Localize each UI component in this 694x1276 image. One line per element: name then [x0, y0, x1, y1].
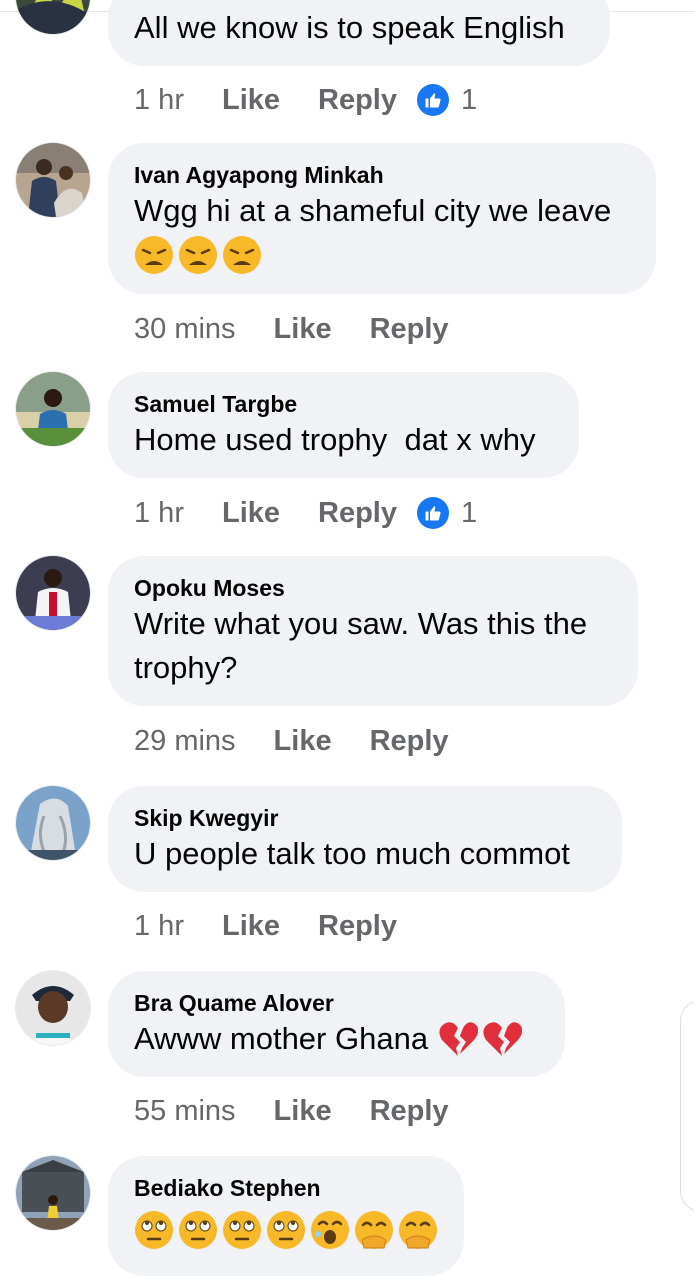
like-button[interactable]: Like: [274, 725, 332, 758]
comment-timestamp[interactable]: 30 mins: [134, 313, 236, 346]
reply-button[interactable]: Reply: [370, 313, 449, 346]
comment-actions: 1 hr Like Reply 1: [134, 80, 477, 120]
broken-heart-icon: [439, 1022, 479, 1056]
comment-author[interactable]: Opoku Moses: [134, 574, 612, 602]
thumbs-up-icon: [417, 84, 449, 116]
comment-bubble: Ivan Agyapong Minkah Wgg hi at a shamefu…: [108, 143, 656, 294]
comment-actions: 30 mins Like Reply: [134, 309, 469, 349]
scroll-handle[interactable]: [680, 1000, 694, 1212]
comment-author[interactable]: Skip Kwegyir: [134, 804, 596, 832]
avatar[interactable]: [16, 971, 90, 1045]
comment-actions: 55 mins Like Reply: [134, 1091, 469, 1131]
comment-text: U people talk too much commot: [134, 836, 570, 871]
reaction-count: 1: [461, 496, 478, 529]
comment-bubble: Opoku Moses Write what you saw. Was this…: [108, 556, 638, 706]
comment-bubble: Bediako Stephen: [108, 1156, 464, 1276]
comment-text: Wgg hi at a shameful city we leave: [134, 193, 612, 228]
like-button[interactable]: Like: [222, 84, 280, 117]
comment-timestamp[interactable]: 1 hr: [134, 84, 184, 117]
like-button[interactable]: Like: [222, 910, 280, 943]
comment-actions: 1 hr Like Reply 1: [134, 493, 477, 533]
broken-heart-icon: [483, 1022, 523, 1056]
yawning-face-icon: [311, 1211, 349, 1249]
comment-actions: 29 mins Like Reply: [134, 721, 469, 761]
reply-button[interactable]: Reply: [370, 1095, 449, 1128]
reply-button[interactable]: Reply: [318, 497, 397, 530]
weary-face-icon: [223, 236, 261, 274]
like-button[interactable]: Like: [274, 313, 332, 346]
reaction-summary[interactable]: 1: [417, 497, 477, 530]
comment-text: Awww mother Ghana: [134, 1017, 539, 1061]
comment-author[interactable]: Bediako Stephen: [134, 1174, 438, 1202]
reply-button[interactable]: Reply: [318, 84, 397, 117]
comment-text: Home used trophy dat x why: [134, 422, 536, 457]
face-with-rolling-eyes-icon: [135, 1211, 173, 1249]
face-with-hand-over-mouth-icon: [355, 1211, 393, 1249]
weary-face-icon: [179, 236, 217, 274]
reaction-count: 1: [461, 83, 478, 116]
comment-timestamp[interactable]: 1 hr: [134, 910, 184, 943]
thumbs-up-icon: [417, 497, 449, 529]
comment-timestamp[interactable]: 55 mins: [134, 1095, 236, 1128]
comment-bubble: Bra Quame Alover Awww mother Ghana: [108, 971, 565, 1077]
emoji-row: [134, 235, 630, 275]
face-with-rolling-eyes-icon: [223, 1211, 261, 1249]
reply-button[interactable]: Reply: [318, 910, 397, 943]
comment-actions: 1 hr Like Reply: [134, 906, 417, 946]
avatar[interactable]: [16, 556, 90, 630]
comment-timestamp[interactable]: 1 hr: [134, 497, 184, 530]
comment-author[interactable]: Bra Quame Alover: [134, 989, 539, 1017]
comment-text: Write what you saw. Was this the trophy?: [134, 606, 588, 685]
like-button[interactable]: Like: [274, 1095, 332, 1128]
emoji-row: [134, 1210, 438, 1250]
face-with-hand-over-mouth-icon: [399, 1211, 437, 1249]
comment-bubble: Samuel Targbe Home used trophy dat x why: [108, 372, 579, 478]
reply-button[interactable]: Reply: [370, 725, 449, 758]
reaction-summary[interactable]: 1: [417, 84, 477, 117]
weary-face-icon: [135, 236, 173, 274]
face-with-rolling-eyes-icon: [267, 1211, 305, 1249]
comment-author[interactable]: Ivan Agyapong Minkah: [134, 161, 630, 189]
like-button[interactable]: Like: [222, 497, 280, 530]
avatar[interactable]: [16, 786, 90, 860]
avatar[interactable]: [16, 372, 90, 446]
comment-bubble: All we know is to speak English: [108, 0, 610, 66]
face-with-rolling-eyes-icon: [179, 1211, 217, 1249]
comment-author[interactable]: Samuel Targbe: [134, 390, 553, 418]
comment-text-content: Awww mother Ghana: [134, 1021, 429, 1056]
avatar[interactable]: [16, 0, 90, 34]
avatar[interactable]: [16, 143, 90, 217]
comment-text: All we know is to speak English: [134, 10, 565, 45]
comment-timestamp[interactable]: 29 mins: [134, 725, 236, 758]
avatar[interactable]: [16, 1156, 90, 1230]
comment-bubble: Skip Kwegyir U people talk too much comm…: [108, 786, 622, 892]
